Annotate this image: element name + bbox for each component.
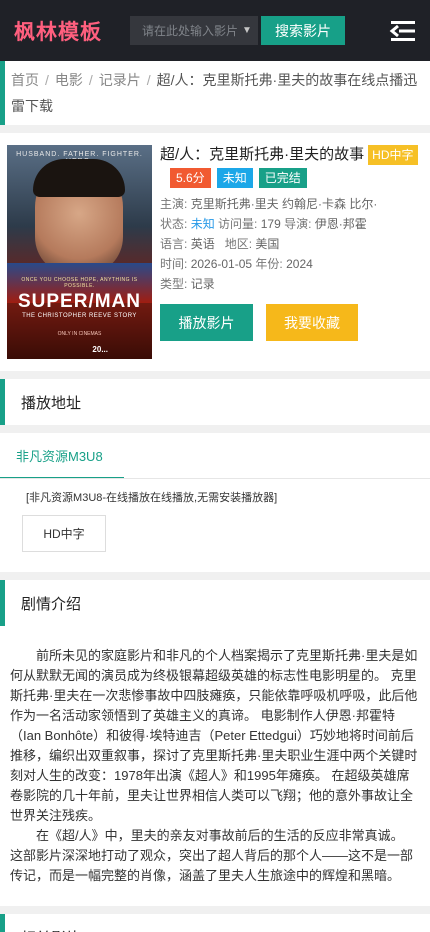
- type-value: 记录: [190, 277, 215, 291]
- cast-row: 主演: 克里斯托弗·里夫 约翰尼·卡森 比尔·: [160, 197, 378, 211]
- top-bar: 枫林模板 ▼ 搜索影片: [0, 0, 430, 61]
- views-value: 179: [260, 217, 281, 231]
- plot-paragraph: 前所未见的家庭影片和非凡的个人档案揭示了克里斯托弗·里夫是如何从默默无闻的演员成…: [10, 648, 418, 823]
- type-row: 类型: 记录: [160, 277, 215, 291]
- play-source-panel: 非凡资源M3U8 [非凡资源M3U8-在线播放在线播放,无需安装播放器] HD中…: [0, 433, 430, 572]
- source-note: [非凡资源M3U8-在线播放在线播放,无需安装播放器]: [26, 492, 278, 504]
- play-button[interactable]: 播放影片: [160, 304, 253, 341]
- movie-poster[interactable]: HUSBAND. FATHER. FIGHTER. HERO. ONCE YOU…: [7, 145, 152, 359]
- breadcrumb-subcategory[interactable]: 记录片: [99, 72, 141, 88]
- related-section-heading: 相关影片: [0, 914, 430, 932]
- search-button[interactable]: 搜索影片: [261, 16, 345, 45]
- region-value: 美国: [255, 237, 280, 251]
- time-row: 时间: 2026-01-05 年份: 2024: [160, 257, 313, 271]
- state-row: 状态: 未知 访问量: 179 导演: 伊恩·邦霍: [160, 217, 367, 231]
- breadcrumb-home[interactable]: 首页: [11, 72, 39, 88]
- language-value: 英语: [190, 237, 215, 251]
- state-value[interactable]: 未知: [191, 217, 215, 231]
- status-badge: 未知: [216, 168, 253, 188]
- play-section-heading: 播放地址: [0, 379, 430, 425]
- chevron-down-icon[interactable]: ▼: [242, 25, 252, 36]
- year-value: 2024: [286, 257, 313, 271]
- search-box[interactable]: ▼: [130, 16, 258, 45]
- tab-source[interactable]: 非凡资源M3U8: [0, 433, 124, 479]
- poster-stamp: 20...: [92, 345, 108, 354]
- director-value[interactable]: 伊恩·邦霍: [315, 217, 367, 231]
- score-badge: 5.6分: [170, 168, 211, 188]
- plot-text: 前所未见的家庭影片和非凡的个人档案揭示了克里斯托弗·里夫是如何从默默无闻的演员成…: [0, 626, 430, 906]
- movie-title: 超/人：克里斯托弗·里夫的故事: [160, 146, 365, 163]
- poster-brand-sub: THE CHRISTOPHER REEVE STORY: [22, 313, 137, 319]
- cast-value[interactable]: 克里斯托弗·里夫 约翰尼·卡森 比尔·: [191, 197, 378, 211]
- quality-badge: HD中字: [368, 145, 418, 165]
- poster-date: ONLY IN CINEMAS: [57, 331, 102, 337]
- plot-paragraph: 在《超/人》中，里夫的亲友对事故前后的生活的反应非常真诚。 这部影片深深地打动了…: [10, 828, 414, 883]
- time-value: 2026-01-05: [190, 257, 253, 271]
- movie-info: 超/人：克里斯托弗·里夫的故事 HD中字 5.6分 未知 已完结 主演: 克里斯…: [152, 145, 422, 359]
- language-row: 语言: 英语 地区: 美国: [160, 237, 280, 251]
- plot-section-heading: 剧情介绍: [0, 580, 430, 626]
- site-logo[interactable]: 枫林模板: [14, 16, 130, 46]
- movie-detail: HUSBAND. FATHER. FIGHTER. HERO. ONCE YOU…: [0, 133, 430, 371]
- poster-small-text: ONCE YOU CHOOSE HOPE, ANYTHING IS POSSIB…: [21, 277, 138, 289]
- finished-badge: 已完结: [258, 168, 307, 188]
- episode-button[interactable]: HD中字: [22, 515, 106, 552]
- breadcrumb: 首页 / 电影 / 记录片 / 超/人：克里斯托弗·里夫的故事在线点播迅雷下载: [0, 61, 430, 125]
- poster-brand: SUPER/MAN: [17, 291, 141, 312]
- search-input[interactable]: [142, 23, 238, 38]
- breadcrumb-category[interactable]: 电影: [55, 72, 83, 88]
- menu-icon[interactable]: [388, 16, 418, 46]
- favorite-button[interactable]: 我要收藏: [266, 304, 358, 341]
